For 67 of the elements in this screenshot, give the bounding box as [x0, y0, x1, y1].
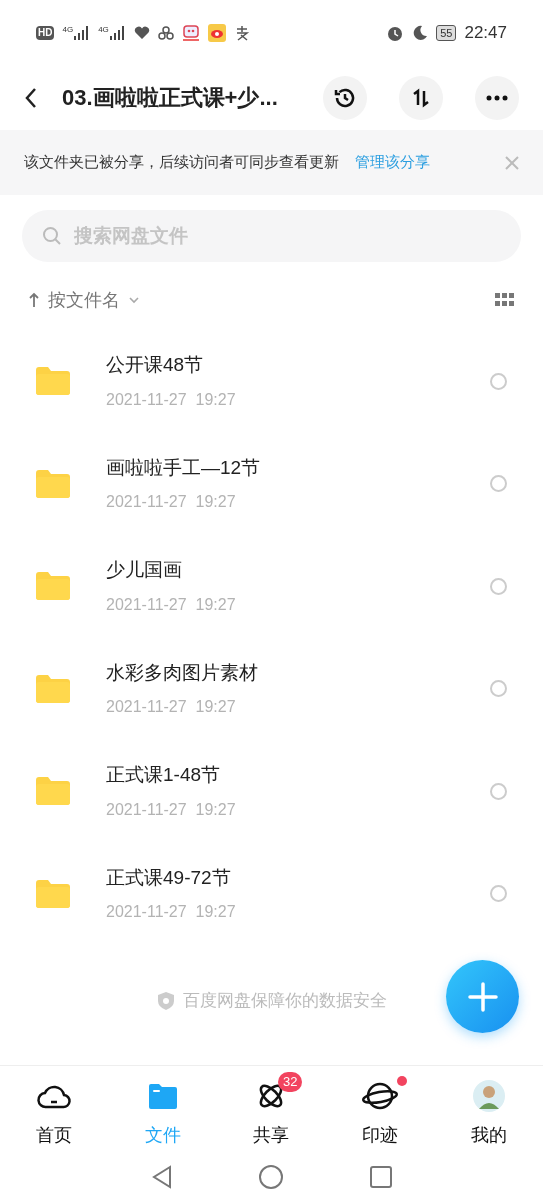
back-nav-icon[interactable]	[150, 1164, 173, 1189]
status-time: 22:47	[464, 21, 507, 44]
rings-icon	[157, 25, 174, 40]
nav-tab[interactable]: 32 共享	[217, 1066, 326, 1153]
network-label: 4G	[98, 25, 109, 34]
hd-icon: HD	[36, 25, 55, 40]
folder-row[interactable]: 正式课49-72节 2021-11-27 19:27	[0, 842, 543, 945]
select-radio[interactable]	[490, 782, 507, 800]
sort-button[interactable]	[399, 75, 443, 120]
folder-name: 公开课48节	[106, 353, 205, 377]
folder-row[interactable]: 画啦啦手工—12节 2021-11-27 19:27	[0, 432, 543, 535]
more-button[interactable]	[475, 75, 519, 120]
signal-icon	[74, 25, 91, 40]
back-icon[interactable]	[24, 86, 38, 109]
search-icon	[42, 226, 62, 246]
folder-name: 正式课49-72节	[106, 865, 232, 890]
network-label: 4G	[62, 25, 74, 34]
history-button[interactable]	[323, 75, 367, 120]
battery-indicator: 55	[436, 24, 457, 41]
folder-date: 2021-11-27 19:27	[106, 799, 236, 820]
select-radio[interactable]	[490, 372, 507, 390]
share-notice: 该文件夹已被分享，后续访问者可同步查看更新	[24, 152, 339, 173]
recents-nav-icon[interactable]	[368, 1164, 393, 1189]
folder-title: 03.画啦啦正式课+少...	[62, 84, 279, 112]
folder-icon	[36, 674, 70, 703]
folder-date: 2021-11-27 19:27	[106, 389, 236, 410]
signal-icon	[109, 25, 126, 40]
folder-icon	[36, 777, 70, 806]
heart-icon	[133, 25, 150, 40]
select-radio[interactable]	[490, 577, 507, 595]
home-nav-icon[interactable]	[257, 1163, 284, 1190]
folder-name: 水彩多肉图片素材	[106, 660, 258, 685]
folder-row[interactable]: 少儿国画 2021-11-27 19:27	[0, 535, 543, 638]
robot-icon	[181, 23, 200, 42]
sort-by-name-button[interactable]: 按文件名	[28, 286, 140, 314]
folder-date: 2021-11-27 19:27	[106, 697, 237, 717]
count-badge: 32	[278, 1072, 303, 1092]
folder-name: 少儿国画	[106, 558, 183, 582]
folder-icon	[36, 469, 70, 498]
folder-row[interactable]: 正式课1-48节 2021-11-27 19:27	[0, 740, 543, 843]
moon-icon	[412, 24, 429, 41]
grid-view-icon[interactable]	[495, 293, 515, 307]
folder-icon	[36, 367, 70, 396]
select-radio[interactable]	[490, 475, 507, 493]
folder-icon	[36, 572, 70, 601]
nav-tab[interactable]: 我的	[434, 1066, 543, 1153]
shield-icon	[156, 991, 175, 1011]
security-note: 百度网盘保障你的数据安全	[182, 990, 387, 1013]
folder-date: 2021-11-27 19:27	[106, 492, 237, 512]
folder-date: 2021-11-27 19:27	[106, 594, 236, 615]
eye-app-icon	[207, 23, 226, 42]
nav-tab[interactable]: 首页	[0, 1066, 109, 1153]
chevron-down-icon	[128, 296, 140, 304]
select-radio[interactable]	[490, 885, 507, 903]
more-icon	[486, 94, 508, 101]
sort-arrows-icon	[411, 87, 431, 108]
plus-icon	[467, 981, 498, 1012]
select-radio[interactable]	[490, 680, 507, 698]
folder-date: 2021-11-27 19:27	[106, 902, 236, 922]
folder-row[interactable]: 水彩多肉图片素材 2021-11-27 19:27	[0, 637, 543, 740]
up-arrow-icon	[28, 292, 40, 308]
add-button[interactable]	[446, 960, 519, 1033]
folder-name: 画啦啦手工—12节	[106, 455, 261, 480]
folder-name: 正式课1-48节	[106, 763, 222, 787]
folder-row[interactable]: 公开课48节 2021-11-27 19:27	[0, 330, 543, 433]
nav-tab[interactable]: 印迹	[325, 1066, 435, 1153]
folder-icon	[36, 879, 70, 908]
